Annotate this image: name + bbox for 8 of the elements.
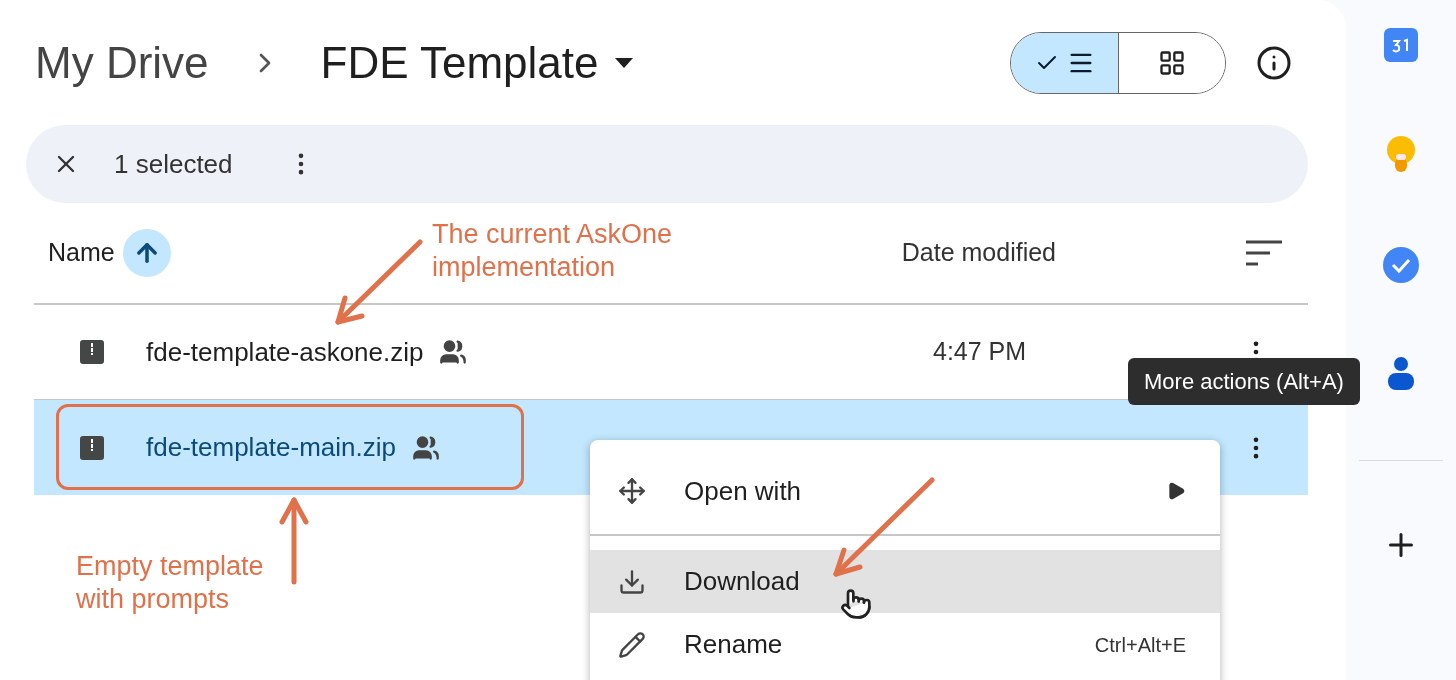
- tooltip: More actions (Alt+A): [1128, 358, 1360, 405]
- shortcut-label: Ctrl+Alt+E: [1094, 632, 1186, 658]
- annotation-text: Empty template with prompts: [76, 550, 265, 616]
- date-modified: 4:47 PM: [933, 336, 1027, 368]
- annotation-text: The current AskOne implementation: [432, 218, 674, 284]
- file-name: fde-template-askone.zip: [146, 335, 424, 369]
- file-name: fde-template-main.zip: [146, 431, 396, 464]
- selection-count: 1 selected: [114, 147, 233, 181]
